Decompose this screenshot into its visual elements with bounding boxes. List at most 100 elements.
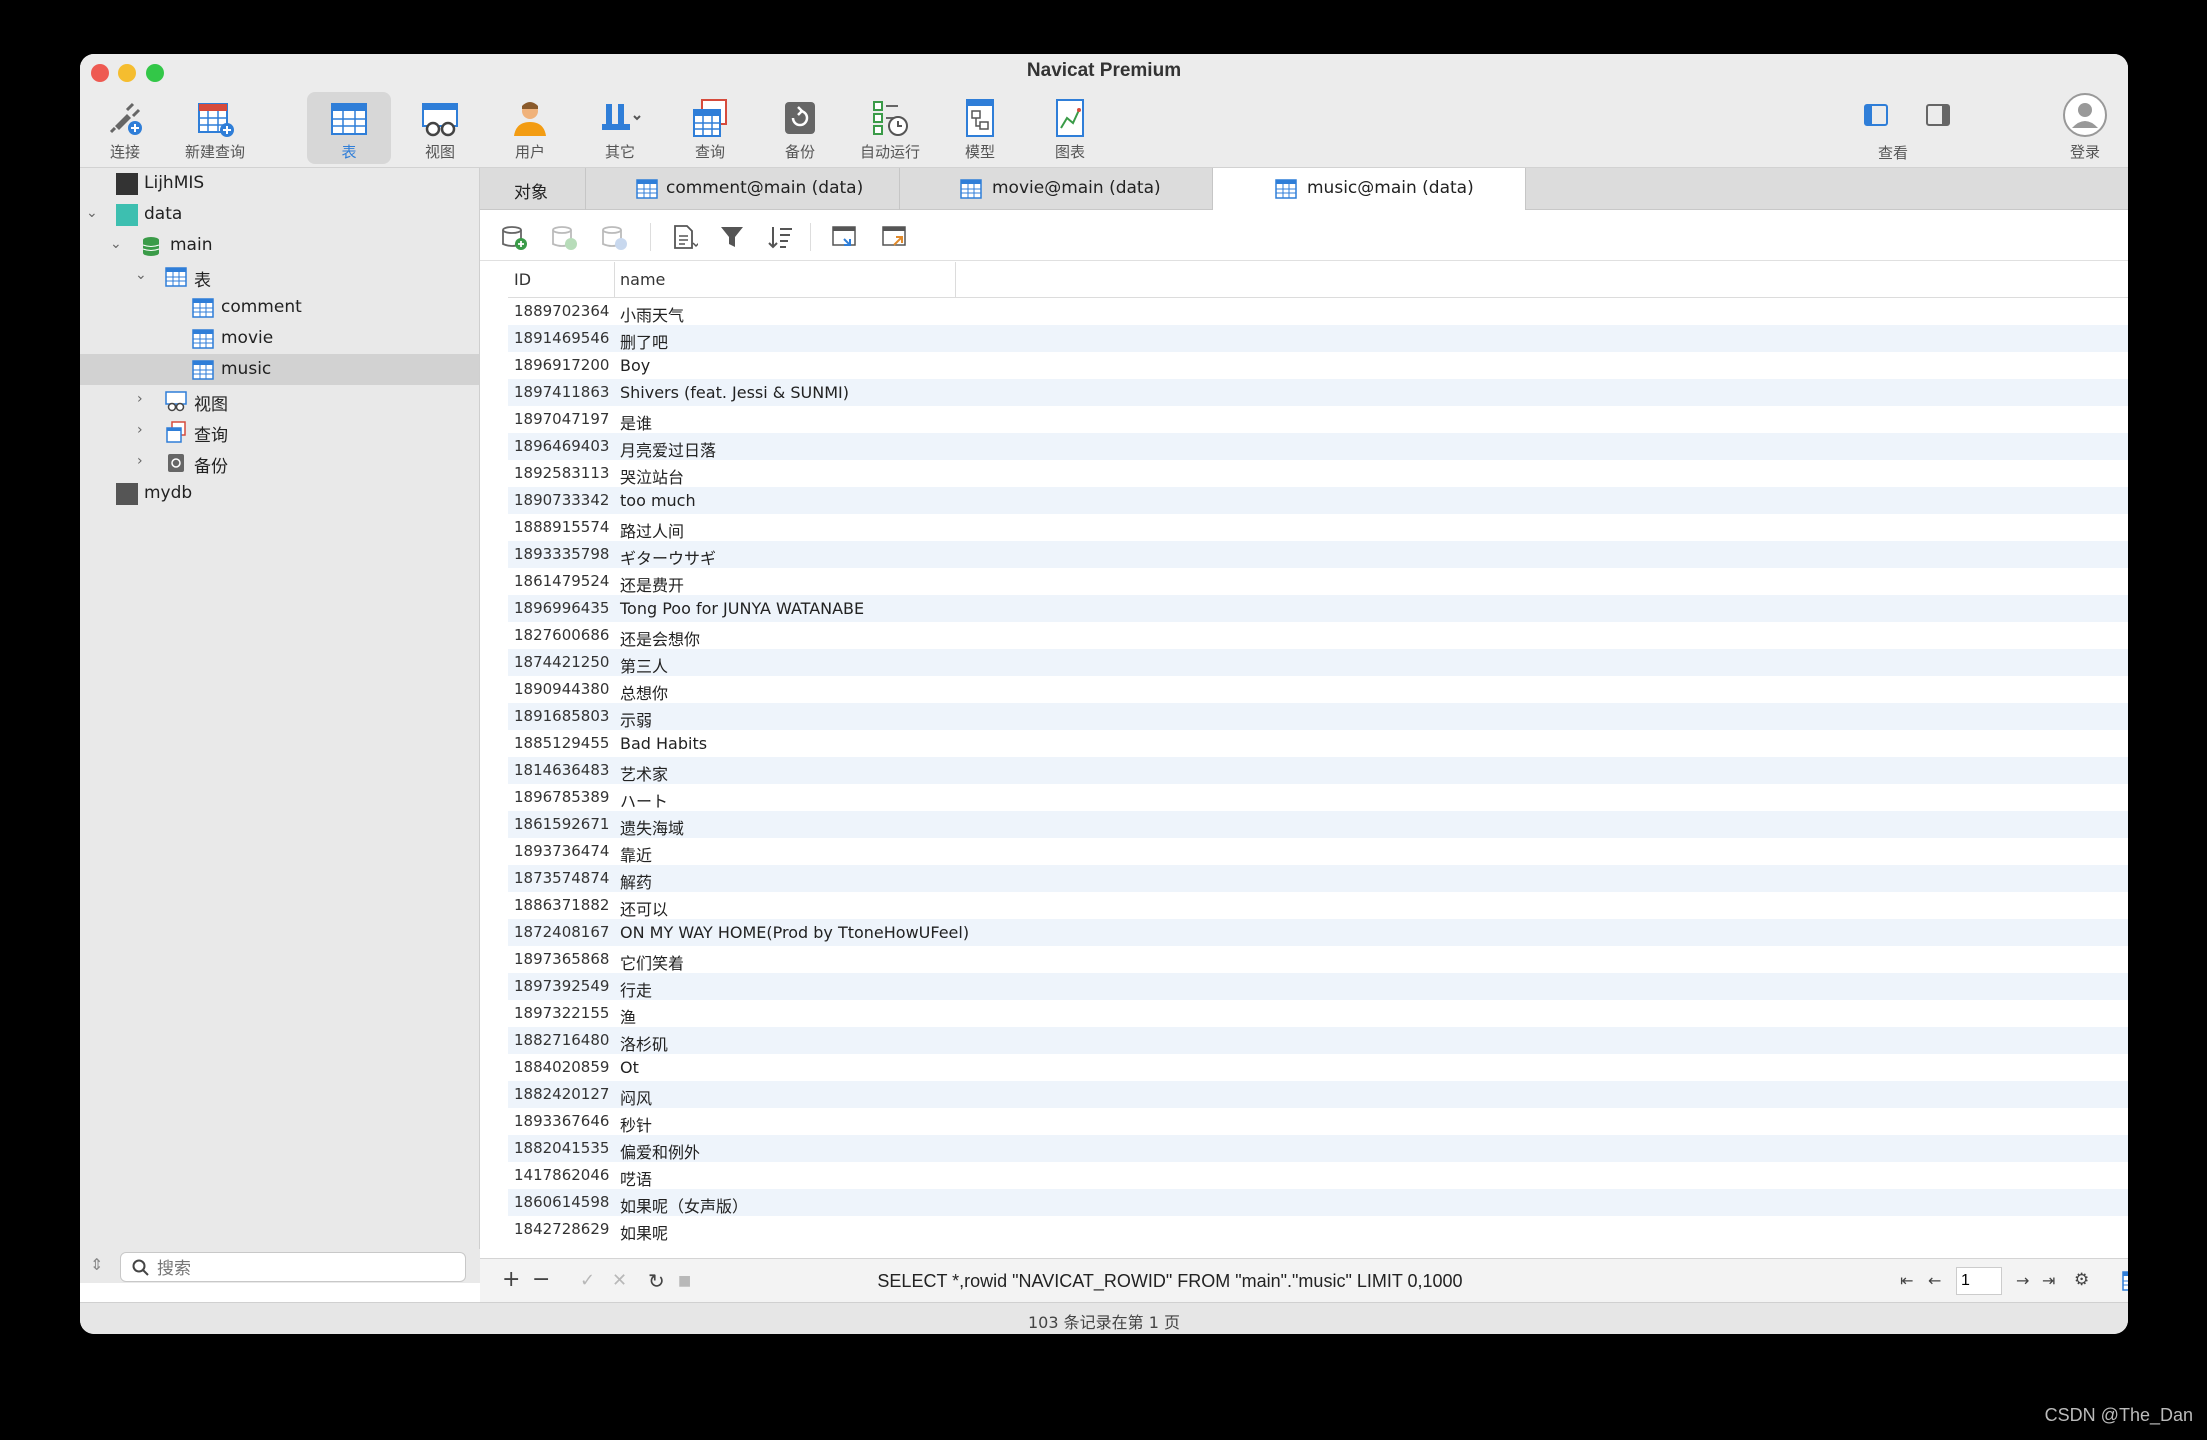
- table-row[interactable]: 1814636483 艺术家: [508, 757, 2128, 784]
- sidebar-search-input[interactable]: [120, 1252, 466, 1282]
- cell-name[interactable]: 它们笑着: [620, 950, 684, 974]
- cell-name[interactable]: 还是会想你: [620, 626, 700, 650]
- toolbar-automation-button[interactable]: 自动运行: [848, 92, 932, 164]
- cell-id[interactable]: 1882420127: [514, 1085, 609, 1103]
- cell-name[interactable]: 是谁: [620, 410, 652, 434]
- last-page-icon[interactable]: ⇥: [2042, 1271, 2055, 1290]
- cell-name[interactable]: too much: [620, 491, 696, 510]
- table-row[interactable]: 1897365868 它们笑着: [508, 946, 2128, 973]
- cell-id[interactable]: 1896785389: [514, 788, 609, 806]
- cell-id[interactable]: 1885129455: [514, 734, 609, 752]
- cell-id[interactable]: 1890944380: [514, 680, 609, 698]
- toolbar-new-query-button[interactable]: 新建查询: [173, 92, 257, 164]
- chevron-down-icon[interactable]: ⌄: [86, 205, 98, 221]
- table-row[interactable]: 1827600686 还是会想你: [508, 622, 2128, 649]
- cell-name[interactable]: 删了吧: [620, 329, 668, 353]
- cell-name[interactable]: ギターウサギ: [620, 545, 716, 569]
- column-header-id[interactable]: ID: [514, 270, 531, 289]
- cell-id[interactable]: 1886371882: [514, 896, 609, 914]
- table-row[interactable]: 1893367646 秒针: [508, 1108, 2128, 1135]
- cell-name[interactable]: 秒针: [620, 1112, 652, 1136]
- tab-music[interactable]: music@main (data): [1213, 168, 1526, 210]
- cell-name[interactable]: 第三人: [620, 653, 668, 677]
- cell-id[interactable]: 1417862046: [514, 1166, 609, 1184]
- cell-name[interactable]: Bad Habits: [620, 734, 707, 753]
- grid-view-icon[interactable]: [2122, 1271, 2128, 1291]
- tree-item-data[interactable]: ⌄ data: [80, 199, 479, 230]
- cell-id[interactable]: 1896917200: [514, 356, 609, 374]
- tree-item-backups[interactable]: › 备份: [80, 447, 479, 478]
- chevron-right-icon[interactable]: ›: [137, 422, 143, 438]
- table-row[interactable]: 1891469546 删了吧: [508, 325, 2128, 352]
- cell-id[interactable]: 1891685803: [514, 707, 609, 725]
- cell-id[interactable]: 1892583113: [514, 464, 609, 482]
- cell-name[interactable]: 行走: [620, 977, 652, 1001]
- cell-id[interactable]: 1897411863: [514, 383, 609, 401]
- toolbar-chart-button[interactable]: 图表: [1028, 92, 1112, 164]
- cell-name[interactable]: Shivers (feat. Jessi & SUNMI): [620, 383, 849, 402]
- chevron-down-icon[interactable]: ⌄: [135, 267, 147, 283]
- table-row[interactable]: 1897322155 渔: [508, 1000, 2128, 1027]
- tree-item-lijhmis[interactable]: LijhMIS: [80, 168, 479, 199]
- tab-comment[interactable]: comment@main (data): [586, 168, 900, 210]
- table-row[interactable]: 1882041535 偏爱和例外: [508, 1135, 2128, 1162]
- cell-id[interactable]: 1842728629: [514, 1220, 609, 1238]
- table-row[interactable]: 1888915574 路过人间: [508, 514, 2128, 541]
- page-number-input[interactable]: [1956, 1267, 2002, 1295]
- table-row[interactable]: 1860614598 如果呢（女声版）: [508, 1189, 2128, 1216]
- begin-transaction-icon[interactable]: [500, 223, 528, 251]
- cell-name[interactable]: 小雨天气: [620, 302, 684, 326]
- table-row[interactable]: 1882420127 闷风: [508, 1081, 2128, 1108]
- text-export-icon[interactable]: [670, 223, 698, 251]
- cell-name[interactable]: 闷风: [620, 1085, 652, 1109]
- cell-name[interactable]: Ot: [620, 1058, 639, 1077]
- cell-id[interactable]: 1884020859: [514, 1058, 609, 1076]
- cell-id[interactable]: 1874421250: [514, 653, 609, 671]
- tree-item-comment[interactable]: comment: [80, 292, 479, 323]
- table-row[interactable]: 1897392549 行走: [508, 973, 2128, 1000]
- table-row[interactable]: 1896785389 ハート: [508, 784, 2128, 811]
- cell-id[interactable]: 1827600686: [514, 626, 609, 644]
- toolbar-view-button[interactable]: 视图: [398, 92, 482, 164]
- toggle-sidebar-button[interactable]: [1864, 104, 1888, 126]
- cell-name[interactable]: 如果呢: [620, 1220, 668, 1244]
- toolbar-other-button[interactable]: 其它: [578, 92, 662, 164]
- cell-id[interactable]: 1889702364: [514, 302, 609, 320]
- tree-item-mydb[interactable]: mydb: [80, 478, 479, 509]
- previous-page-icon[interactable]: ←: [1928, 1271, 1941, 1290]
- tree-item-movie[interactable]: movie: [80, 323, 479, 354]
- cell-name[interactable]: 哭泣站台: [620, 464, 684, 488]
- cell-id[interactable]: 1882716480: [514, 1031, 609, 1049]
- cell-id[interactable]: 1814636483: [514, 761, 609, 779]
- cell-name[interactable]: Boy: [620, 356, 650, 375]
- table-row[interactable]: 1893736474 靠近: [508, 838, 2128, 865]
- tree-item-queries[interactable]: › 查询: [80, 416, 479, 447]
- table-row[interactable]: 1897047197 是谁: [508, 406, 2128, 433]
- cell-name[interactable]: 还可以: [620, 896, 668, 920]
- cell-id[interactable]: 1861592671: [514, 815, 609, 833]
- table-row[interactable]: 1882716480 洛杉矶: [508, 1027, 2128, 1054]
- tab-movie[interactable]: movie@main (data): [900, 168, 1213, 210]
- cell-name[interactable]: 呓语: [620, 1166, 652, 1190]
- cell-name[interactable]: 月亮爱过日落: [620, 437, 716, 461]
- cell-name[interactable]: 偏爱和例外: [620, 1139, 700, 1163]
- filter-icon[interactable]: [718, 223, 746, 251]
- cell-name[interactable]: ON MY WAY HOME(Prod by TtoneHowUFeel): [620, 923, 969, 942]
- cell-name[interactable]: ハート: [620, 788, 668, 812]
- toggle-info-pane-button[interactable]: [1926, 104, 1950, 126]
- tree-item-music[interactable]: music: [80, 354, 479, 385]
- cell-id[interactable]: 1861479524: [514, 572, 609, 590]
- login-button[interactable]: 登录: [2055, 92, 2115, 164]
- table-row[interactable]: 1417862046 呓语: [508, 1162, 2128, 1189]
- cell-name[interactable]: 还是费开: [620, 572, 684, 596]
- cell-id[interactable]: 1893736474: [514, 842, 609, 860]
- chevron-right-icon[interactable]: ›: [137, 453, 143, 469]
- cell-name[interactable]: 靠近: [620, 842, 652, 866]
- table-row[interactable]: 1842728629 如果呢: [508, 1216, 2128, 1243]
- table-row[interactable]: 1861479524 还是费开: [508, 568, 2128, 595]
- cell-id[interactable]: 1888915574: [514, 518, 609, 536]
- table-row[interactable]: 1873574874 解药: [508, 865, 2128, 892]
- table-row[interactable]: 1890733342 too much: [508, 487, 2128, 514]
- cell-id[interactable]: 1872408167: [514, 923, 609, 941]
- table-row[interactable]: 1885129455 Bad Habits: [508, 730, 2128, 757]
